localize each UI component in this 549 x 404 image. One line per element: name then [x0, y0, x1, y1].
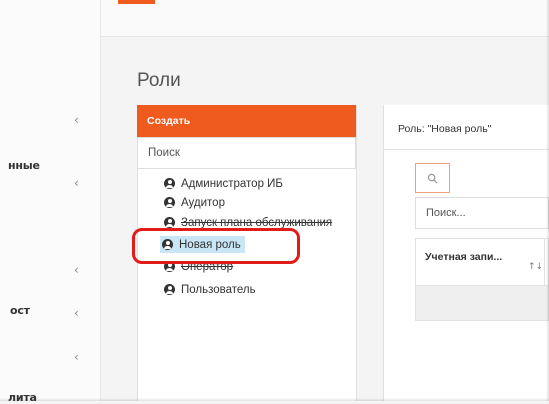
column-header-account[interactable]: Учетная запи... [425, 251, 502, 263]
page-title: Роли [137, 70, 181, 91]
sidebar-item-label[interactable]: ост [10, 304, 30, 317]
role-label: Пользователь [181, 283, 256, 296]
active-tab-indicator[interactable] [118, 0, 155, 4]
chevron-left-icon[interactable]: ‹ [74, 176, 79, 190]
user-circle-icon [164, 197, 175, 208]
role-label: Запуск плана обслуживания [181, 216, 333, 229]
role-label: Аудитор [181, 196, 225, 209]
role-list-item[interactable]: Пользователь [164, 281, 256, 298]
create-button[interactable]: Создать [137, 105, 356, 137]
role-label: Администратор ИБ [181, 177, 283, 190]
annotation-highlight-ring [132, 228, 300, 264]
detail-search-input[interactable]: Поиск... [415, 197, 549, 229]
chevron-left-icon[interactable]: ‹ [74, 113, 79, 127]
search-icon [427, 173, 438, 183]
sidebar-item-label[interactable]: нные [8, 159, 40, 172]
sidebar: ‹ нные ‹ ‹ ост ‹ ‹ лита [0, 0, 101, 404]
top-bar [101, 0, 549, 37]
chevron-left-icon[interactable]: ‹ [74, 306, 79, 320]
chevron-left-icon[interactable]: ‹ [74, 350, 79, 364]
user-circle-icon [164, 284, 175, 295]
user-circle-icon [164, 178, 175, 189]
sort-icon[interactable]: ↑↓ [528, 262, 543, 272]
column-divider [544, 238, 545, 286]
role-detail-title: Роль: "Новая роль" [398, 123, 492, 135]
chevron-left-icon[interactable]: ‹ [74, 263, 79, 277]
role-list-item[interactable]: Администратор ИБ [164, 175, 283, 192]
search-button[interactable] [415, 163, 450, 193]
role-list-item[interactable]: Аудитор [164, 194, 225, 211]
user-circle-icon [164, 217, 175, 228]
roles-search-input[interactable]: Поиск [137, 137, 356, 169]
table-row [415, 286, 549, 321]
